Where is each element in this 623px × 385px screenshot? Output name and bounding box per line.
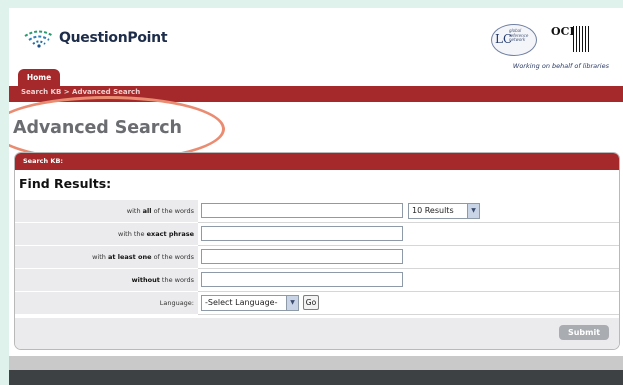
label-exact-phrase: with the exact phrase [15, 223, 198, 246]
partner-logos: LC global reference network OCLC Working… [491, 24, 609, 74]
oclc-letters: OCLC [551, 25, 586, 38]
logo-text: QuestionPoint [59, 30, 168, 46]
field-cell [198, 223, 619, 246]
field-cell: 10 Results ▼ [198, 200, 619, 223]
breadcrumb-bar: Search KB > Advanced Search [9, 86, 623, 102]
lc-sub-text: global reference network [509, 28, 529, 42]
label-text: of the words [151, 207, 194, 215]
label-bold: at least one [107, 253, 152, 261]
label-text: of the words [151, 253, 194, 261]
label-all-words: with all of the words [15, 200, 198, 223]
breadcrumb[interactable]: Search KB > Advanced Search [21, 88, 140, 96]
chevron-down-icon: ▼ [286, 296, 298, 310]
label-bold: all [142, 207, 152, 215]
field-cell [198, 246, 619, 269]
without-words-input[interactable] [201, 272, 403, 287]
label-text: with [126, 207, 143, 215]
footer-dark-strip [9, 370, 623, 385]
find-results-heading: Find Results: [19, 176, 112, 191]
results-select-value: 10 Results [412, 206, 454, 215]
oclc-logo: OCLC [551, 26, 591, 52]
search-panel: Search KB: Find Results: with all of the… [14, 152, 620, 350]
field-cell [198, 269, 619, 292]
go-button[interactable]: Go [303, 295, 319, 310]
label-language: Language: [15, 292, 198, 315]
tab-home[interactable]: Home [18, 69, 60, 86]
row-language: Language: -Select Language- ▼ Go [15, 292, 619, 315]
language-select-value: -Select Language- [205, 298, 278, 307]
lc-badge-logo: LC global reference network [491, 24, 537, 56]
footer-gray-strip [9, 356, 623, 370]
submit-button[interactable]: Submit [559, 325, 609, 340]
row-exact-phrase: with the exact phrase [15, 223, 619, 246]
exact-phrase-input[interactable] [201, 226, 403, 241]
label-text: with [92, 253, 108, 261]
results-select[interactable]: 10 Results ▼ [408, 203, 480, 219]
label-at-least-one: with at least one of the words [15, 246, 198, 269]
label-bold: without [131, 276, 160, 284]
tagline: Working on behalf of libraries [512, 62, 609, 70]
language-select[interactable]: -Select Language- ▼ [201, 295, 299, 311]
field-cell: -Select Language- ▼ Go [198, 292, 619, 315]
oclc-barcode-icon [573, 26, 591, 52]
all-words-input[interactable] [201, 203, 403, 218]
at-least-one-input[interactable] [201, 249, 403, 264]
chevron-down-icon: ▼ [467, 204, 479, 218]
row-without: without the words [15, 269, 619, 292]
questionpoint-logo[interactable]: QuestionPoint [23, 28, 168, 48]
questionpoint-logo-icon [24, 30, 54, 48]
row-all-words: with all of the words 10 Results ▼ [15, 200, 619, 223]
page-title: Advanced Search [13, 118, 182, 138]
label-without: without the words [15, 269, 198, 292]
panel-header: Search KB: [15, 153, 619, 170]
label-text: with the [118, 230, 147, 238]
row-at-least-one: with at least one of the words [15, 246, 619, 269]
submit-bar: Submit [15, 318, 619, 349]
label-bold: exact phrase [146, 230, 194, 238]
label-text: the words [159, 276, 194, 284]
app-frame: QuestionPoint LC global reference networ… [9, 8, 623, 385]
